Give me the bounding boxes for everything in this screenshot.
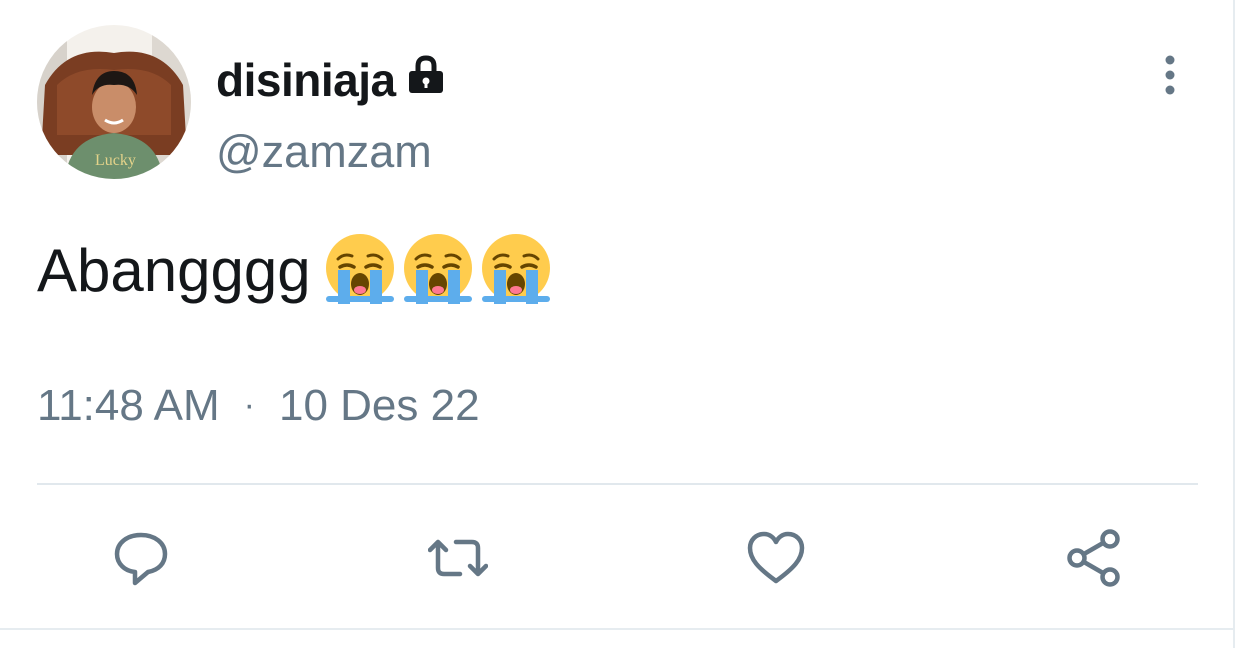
display-name[interactable]: disiniaja xyxy=(216,52,396,108)
tweet-date: 10 Des 22 xyxy=(278,381,480,430)
avatar-image: Lucky xyxy=(37,25,191,179)
loudly-crying-face-icon xyxy=(482,234,550,304)
avatar[interactable]: Lucky xyxy=(37,25,191,179)
tweet-timestamp: 11:48 AM · 10 Des 22 xyxy=(37,378,480,433)
more-options-icon[interactable] xyxy=(1152,54,1188,96)
emoji-row xyxy=(324,232,552,304)
lock-icon xyxy=(409,55,443,93)
divider xyxy=(37,483,1198,485)
svg-text:Lucky: Lucky xyxy=(95,152,136,169)
separator-dot: · xyxy=(243,386,255,424)
bottom-border xyxy=(0,628,1235,630)
user-handle[interactable]: @zamzam xyxy=(216,125,432,179)
loudly-crying-face-icon xyxy=(404,234,472,304)
share-icon[interactable] xyxy=(1064,528,1124,588)
heart-icon[interactable] xyxy=(746,528,806,588)
loudly-crying-face-icon xyxy=(326,234,394,304)
tweet-text: Abangggg xyxy=(37,237,311,304)
comment-icon[interactable] xyxy=(111,528,171,588)
tweet-time: 11:48 AM xyxy=(37,381,220,430)
retweet-icon[interactable] xyxy=(428,528,488,588)
